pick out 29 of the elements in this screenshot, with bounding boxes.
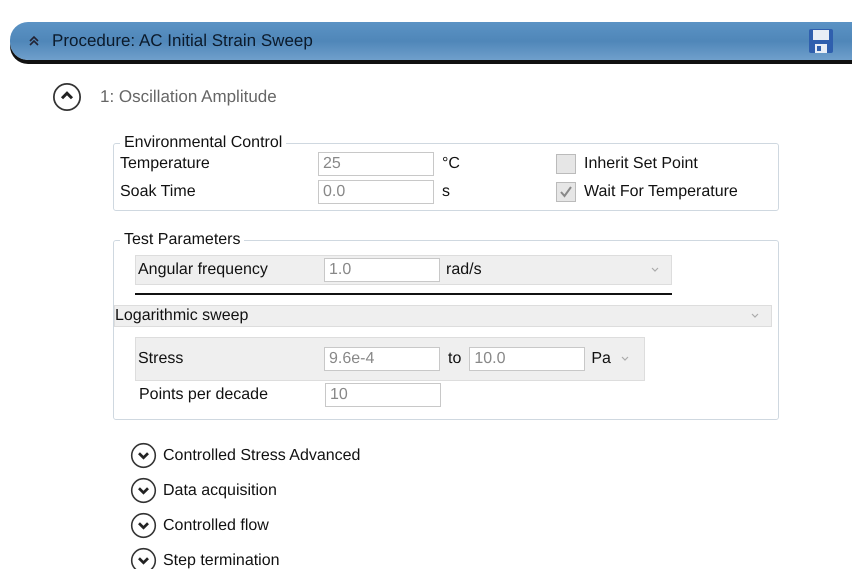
section-title[interactable]: Data acquisition [163, 482, 277, 500]
section-title[interactable]: Controlled flow [163, 516, 269, 534]
unit-label: rad/s [445, 261, 482, 279]
step-title: 1: Oscillation Amplitude [100, 87, 277, 107]
checkbox-label: Wait For Temperature [584, 183, 738, 201]
unit-label: s [441, 183, 451, 201]
checkbox[interactable] [556, 154, 576, 174]
group-title: Test Parameters [123, 231, 242, 249]
dropdown-value: Logarithmic sweep [115, 307, 248, 325]
checkbox-label: Inherit Set Point [584, 155, 698, 173]
save-icon[interactable] [808, 28, 834, 54]
range-label: to [447, 350, 462, 368]
expand-icon[interactable] [130, 442, 157, 469]
section-title[interactable]: Controlled Stress Advanced [163, 446, 360, 464]
field-label: Angular frequency [137, 261, 269, 279]
unit-label: °C [441, 155, 461, 173]
procedure-title: Procedure: AC Initial Strain Sweep [52, 31, 314, 51]
expand-icon[interactable] [130, 512, 157, 539]
unit-label: Pa [590, 350, 611, 368]
field-label: Soak Time [120, 183, 197, 201]
field-label: Stress [137, 350, 184, 368]
expand-icon[interactable] [130, 477, 157, 504]
expand-icon[interactable] [130, 547, 157, 569]
field-label: Points per decade [138, 386, 269, 404]
sweep-mode-dropdown[interactable]: Logarithmic sweep [114, 305, 772, 327]
field-label: Temperature [120, 155, 211, 173]
section-title[interactable]: Step termination [163, 552, 280, 569]
collapse-icon[interactable] [52, 82, 82, 112]
group-title: Environmental Control [123, 134, 284, 152]
